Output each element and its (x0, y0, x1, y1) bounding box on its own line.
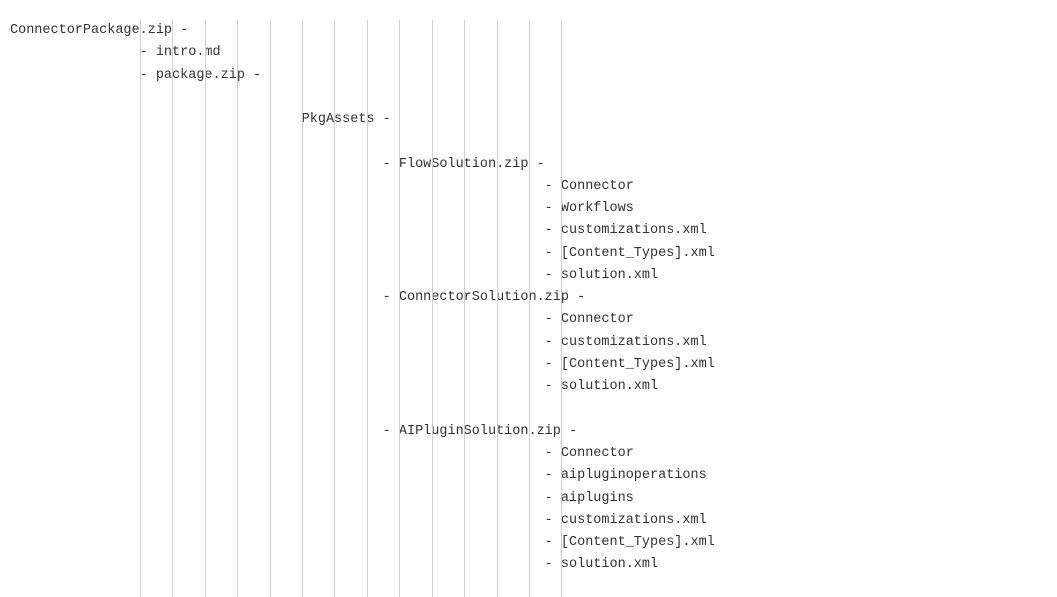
file-tree: ConnectorPackage.zip - - intro.md - pack… (10, 20, 1047, 577)
tree-line: - Connector (10, 443, 1047, 465)
tree-line: - intro.md (10, 42, 1047, 64)
tree-line: ConnectorPackage.zip - (10, 20, 1047, 42)
tree-line: - customizations.xml (10, 510, 1047, 532)
tree-line: - [Content_Types].xml (10, 243, 1047, 265)
tree-line: - customizations.xml (10, 332, 1047, 354)
tree-line: - Workflows (10, 198, 1047, 220)
tree-line: - solution.xml (10, 554, 1047, 576)
tree-line: - solution.xml (10, 376, 1047, 398)
tree-line: - [Content_Types].xml (10, 532, 1047, 554)
tree-line: - package.zip - (10, 65, 1047, 87)
tree-line: - Connector (10, 309, 1047, 331)
tree-line: - ConnectorSolution.zip - (10, 287, 1047, 309)
tree-line: PkgAssets - (10, 109, 1047, 131)
tree-line (10, 131, 1047, 153)
tree-line: - aipluginoperations (10, 465, 1047, 487)
tree-line (10, 399, 1047, 421)
tree-line: - customizations.xml (10, 220, 1047, 242)
tree-line: - [Content_Types].xml (10, 354, 1047, 376)
tree-line: - Connector (10, 176, 1047, 198)
tree-line (10, 87, 1047, 109)
tree-line: - aiplugins (10, 488, 1047, 510)
tree-line: - AIPluginSolution.zip - (10, 421, 1047, 443)
tree-line: - solution.xml (10, 265, 1047, 287)
tree-line: - FlowSolution.zip - (10, 154, 1047, 176)
